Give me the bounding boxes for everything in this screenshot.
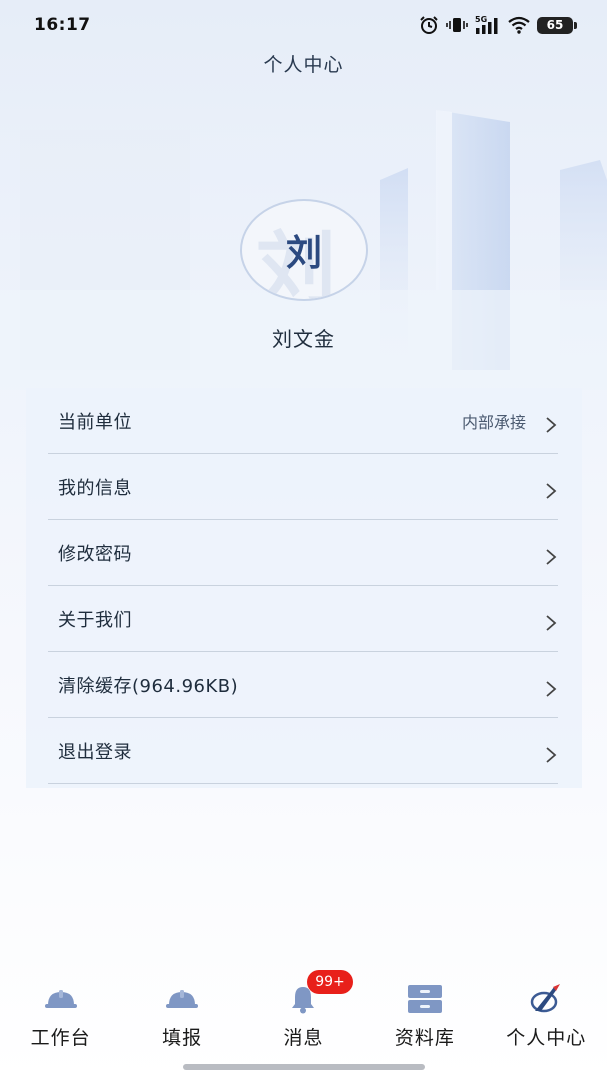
- tab-label: 填报: [162, 1027, 203, 1049]
- tab-fill-report[interactable]: 填报: [122, 970, 243, 1050]
- user-name: 刘文金: [272, 327, 335, 351]
- avatar-initial: 刘: [285, 233, 322, 274]
- menu-item-label: 修改密码: [58, 543, 132, 565]
- menu-item-label: 清除缓存(964.96KB): [58, 675, 239, 697]
- tab-label: 个人中心: [506, 1027, 587, 1049]
- tab-library[interactable]: 资料库: [364, 970, 485, 1050]
- wifi-icon: [508, 16, 530, 34]
- chevron-right-icon: [546, 482, 557, 499]
- menu-item-label: 关于我们: [58, 609, 132, 631]
- status-bar: 16:17 5G 65: [0, 0, 607, 50]
- tab-label: 工作台: [30, 1027, 91, 1049]
- signal-icon: 5G: [475, 15, 498, 34]
- menu-item-logout[interactable]: 退出登录: [48, 718, 558, 784]
- cabinet-icon: [407, 982, 443, 1015]
- tab-messages[interactable]: 99+ 消息: [243, 970, 364, 1050]
- alarm-icon: [420, 16, 438, 34]
- current-unit-value: 内部承接: [461, 412, 526, 432]
- menu-item-change-password[interactable]: 修改密码: [48, 520, 558, 586]
- status-icons: 5G 65: [419, 15, 577, 35]
- svg-text:5G: 5G: [475, 15, 487, 24]
- home-indicator[interactable]: [183, 1064, 425, 1070]
- menu-card: 当前单位 内部承接 我的信息 修改密码 关于我们 清除缓存(964.96KB) …: [26, 388, 582, 788]
- menu-item-current-unit[interactable]: 当前单位 内部承接: [48, 388, 558, 454]
- tab-workbench[interactable]: 工作台: [0, 970, 121, 1050]
- menu-item-label: 当前单位: [58, 411, 132, 433]
- tab-bar: 工作台 填报 99+ 消息 资料库 个人中心: [0, 970, 607, 1050]
- message-count-badge: 99+: [306, 970, 353, 994]
- chevron-right-icon: [546, 416, 557, 433]
- chevron-right-icon: [546, 614, 557, 631]
- chevron-right-icon: [546, 746, 557, 763]
- chevron-right-icon: [546, 548, 557, 565]
- menu-item-label: 退出登录: [58, 741, 132, 763]
- status-time: 16:17: [34, 15, 91, 35]
- tab-label: 资料库: [394, 1027, 455, 1049]
- battery-icon: 65: [537, 16, 577, 34]
- menu-item-label: 我的信息: [58, 477, 132, 499]
- menu-item-my-info[interactable]: 我的信息: [48, 454, 558, 520]
- vibrate-icon: [446, 18, 468, 32]
- menu-item-about-us[interactable]: 关于我们: [48, 586, 558, 652]
- avatar[interactable]: 刘 刘: [240, 199, 368, 301]
- menu-item-clear-cache[interactable]: 清除缓存(964.96KB): [48, 652, 558, 718]
- page-title: 个人中心: [263, 54, 344, 76]
- tab-profile[interactable]: 个人中心: [486, 970, 607, 1050]
- helmet-icon: [164, 982, 200, 1015]
- tab-label: 消息: [283, 1027, 324, 1049]
- profile-logo-icon: [528, 982, 564, 1015]
- chevron-right-icon: [546, 680, 557, 697]
- helmet-icon: [43, 982, 79, 1015]
